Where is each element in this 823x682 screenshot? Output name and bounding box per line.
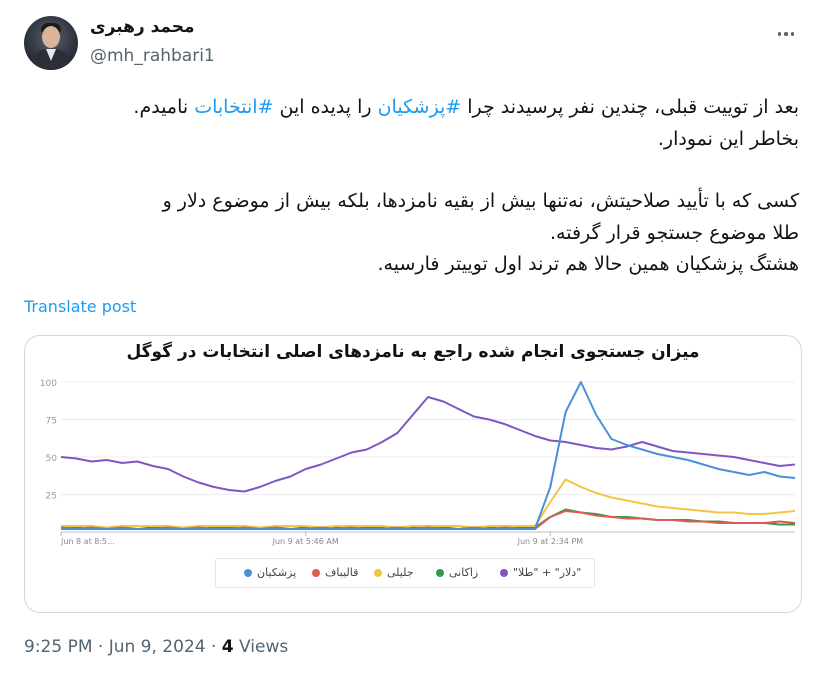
chart-legend: پزشکیان قالیباف جلیلی زاکانی "دلار" + "طلا" [215, 558, 595, 588]
legend-swatch [500, 568, 508, 577]
tweet-line: بخاطر این نمودار. [657, 127, 799, 150]
tweet-text-segment: را پدیده این [273, 96, 378, 118]
author-handle[interactable]: @mh_rahbari1 [90, 46, 215, 66]
series-line [61, 381, 796, 530]
legend-swatch [374, 568, 382, 577]
legend-swatch [312, 568, 320, 577]
x-tick-label: Jun 9 at 5:46 AM [272, 537, 339, 546]
legend-label: "دلار" + "طلا" [513, 566, 582, 579]
legend-item: جلیلی [374, 566, 414, 579]
x-tick-label: Jun 8 at 8:5... [60, 537, 115, 546]
legend-label: زاکانی [449, 566, 479, 579]
more-options-icon[interactable] [773, 26, 799, 42]
legend-item: قالیباف [312, 566, 358, 579]
tweet-line: هشتگ پزشکیان همین حالا هم ترند اول توییت… [377, 253, 799, 275]
hashtag-link[interactable]: #پزشکیان [378, 96, 462, 118]
author-display-name[interactable]: محمد رهبری [90, 17, 195, 37]
tweet-meta: 9:25 PM · Jun 9, 2024 · 4 Views [24, 637, 289, 657]
legend-item: زاکانی [436, 566, 478, 579]
hashtag-link[interactable]: #انتخابات [194, 96, 273, 118]
views-label: Views [239, 637, 289, 657]
tweet-line: طلا موضوع جستجو قرار گرفته. [550, 221, 799, 244]
tweet-line: کسی که با تأیید صلاحیتش، نه‌تنها بیش از … [162, 190, 799, 212]
x-tick-label: Jun 9 at 2:34 PM [517, 537, 584, 546]
legend-label: قالیباف [325, 566, 359, 579]
tweet-media-image[interactable]: میزان جستجوی انجام شده راجع به نامزدهای … [24, 335, 802, 613]
avatar[interactable] [24, 16, 78, 70]
tweet-date[interactable]: Jun 9, 2024 [109, 637, 206, 657]
y-tick-label: 25 [46, 492, 57, 502]
legend-item: پزشکیان [244, 566, 296, 579]
legend-item: "دلار" + "طلا" [500, 566, 581, 579]
tweet-text: بعد از توییت قبلی، چندین نفر پرسیدند چرا… [19, 92, 799, 281]
tweet-text-segment: نامیدم. [133, 96, 195, 118]
series-line [60, 396, 796, 493]
y-tick-label: 75 [46, 417, 57, 427]
tweet-text-segment: بعد از توییت قبلی، چندین نفر پرسیدند چرا [461, 96, 799, 118]
translate-post-link[interactable]: Translate post [24, 297, 136, 316]
tweet-line: بعد از توییت قبلی، چندین نفر پرسیدند چرا… [19, 92, 799, 124]
tweet-time[interactable]: 9:25 PM [24, 637, 93, 657]
y-tick-label: 50 [46, 454, 58, 464]
legend-swatch [244, 568, 252, 577]
legend-swatch [436, 568, 444, 577]
views-count: 4 [221, 637, 234, 657]
legend-label: جلیلی [387, 566, 414, 579]
y-tick-label: 100 [40, 379, 57, 389]
legend-label: پزشکیان [257, 566, 297, 579]
